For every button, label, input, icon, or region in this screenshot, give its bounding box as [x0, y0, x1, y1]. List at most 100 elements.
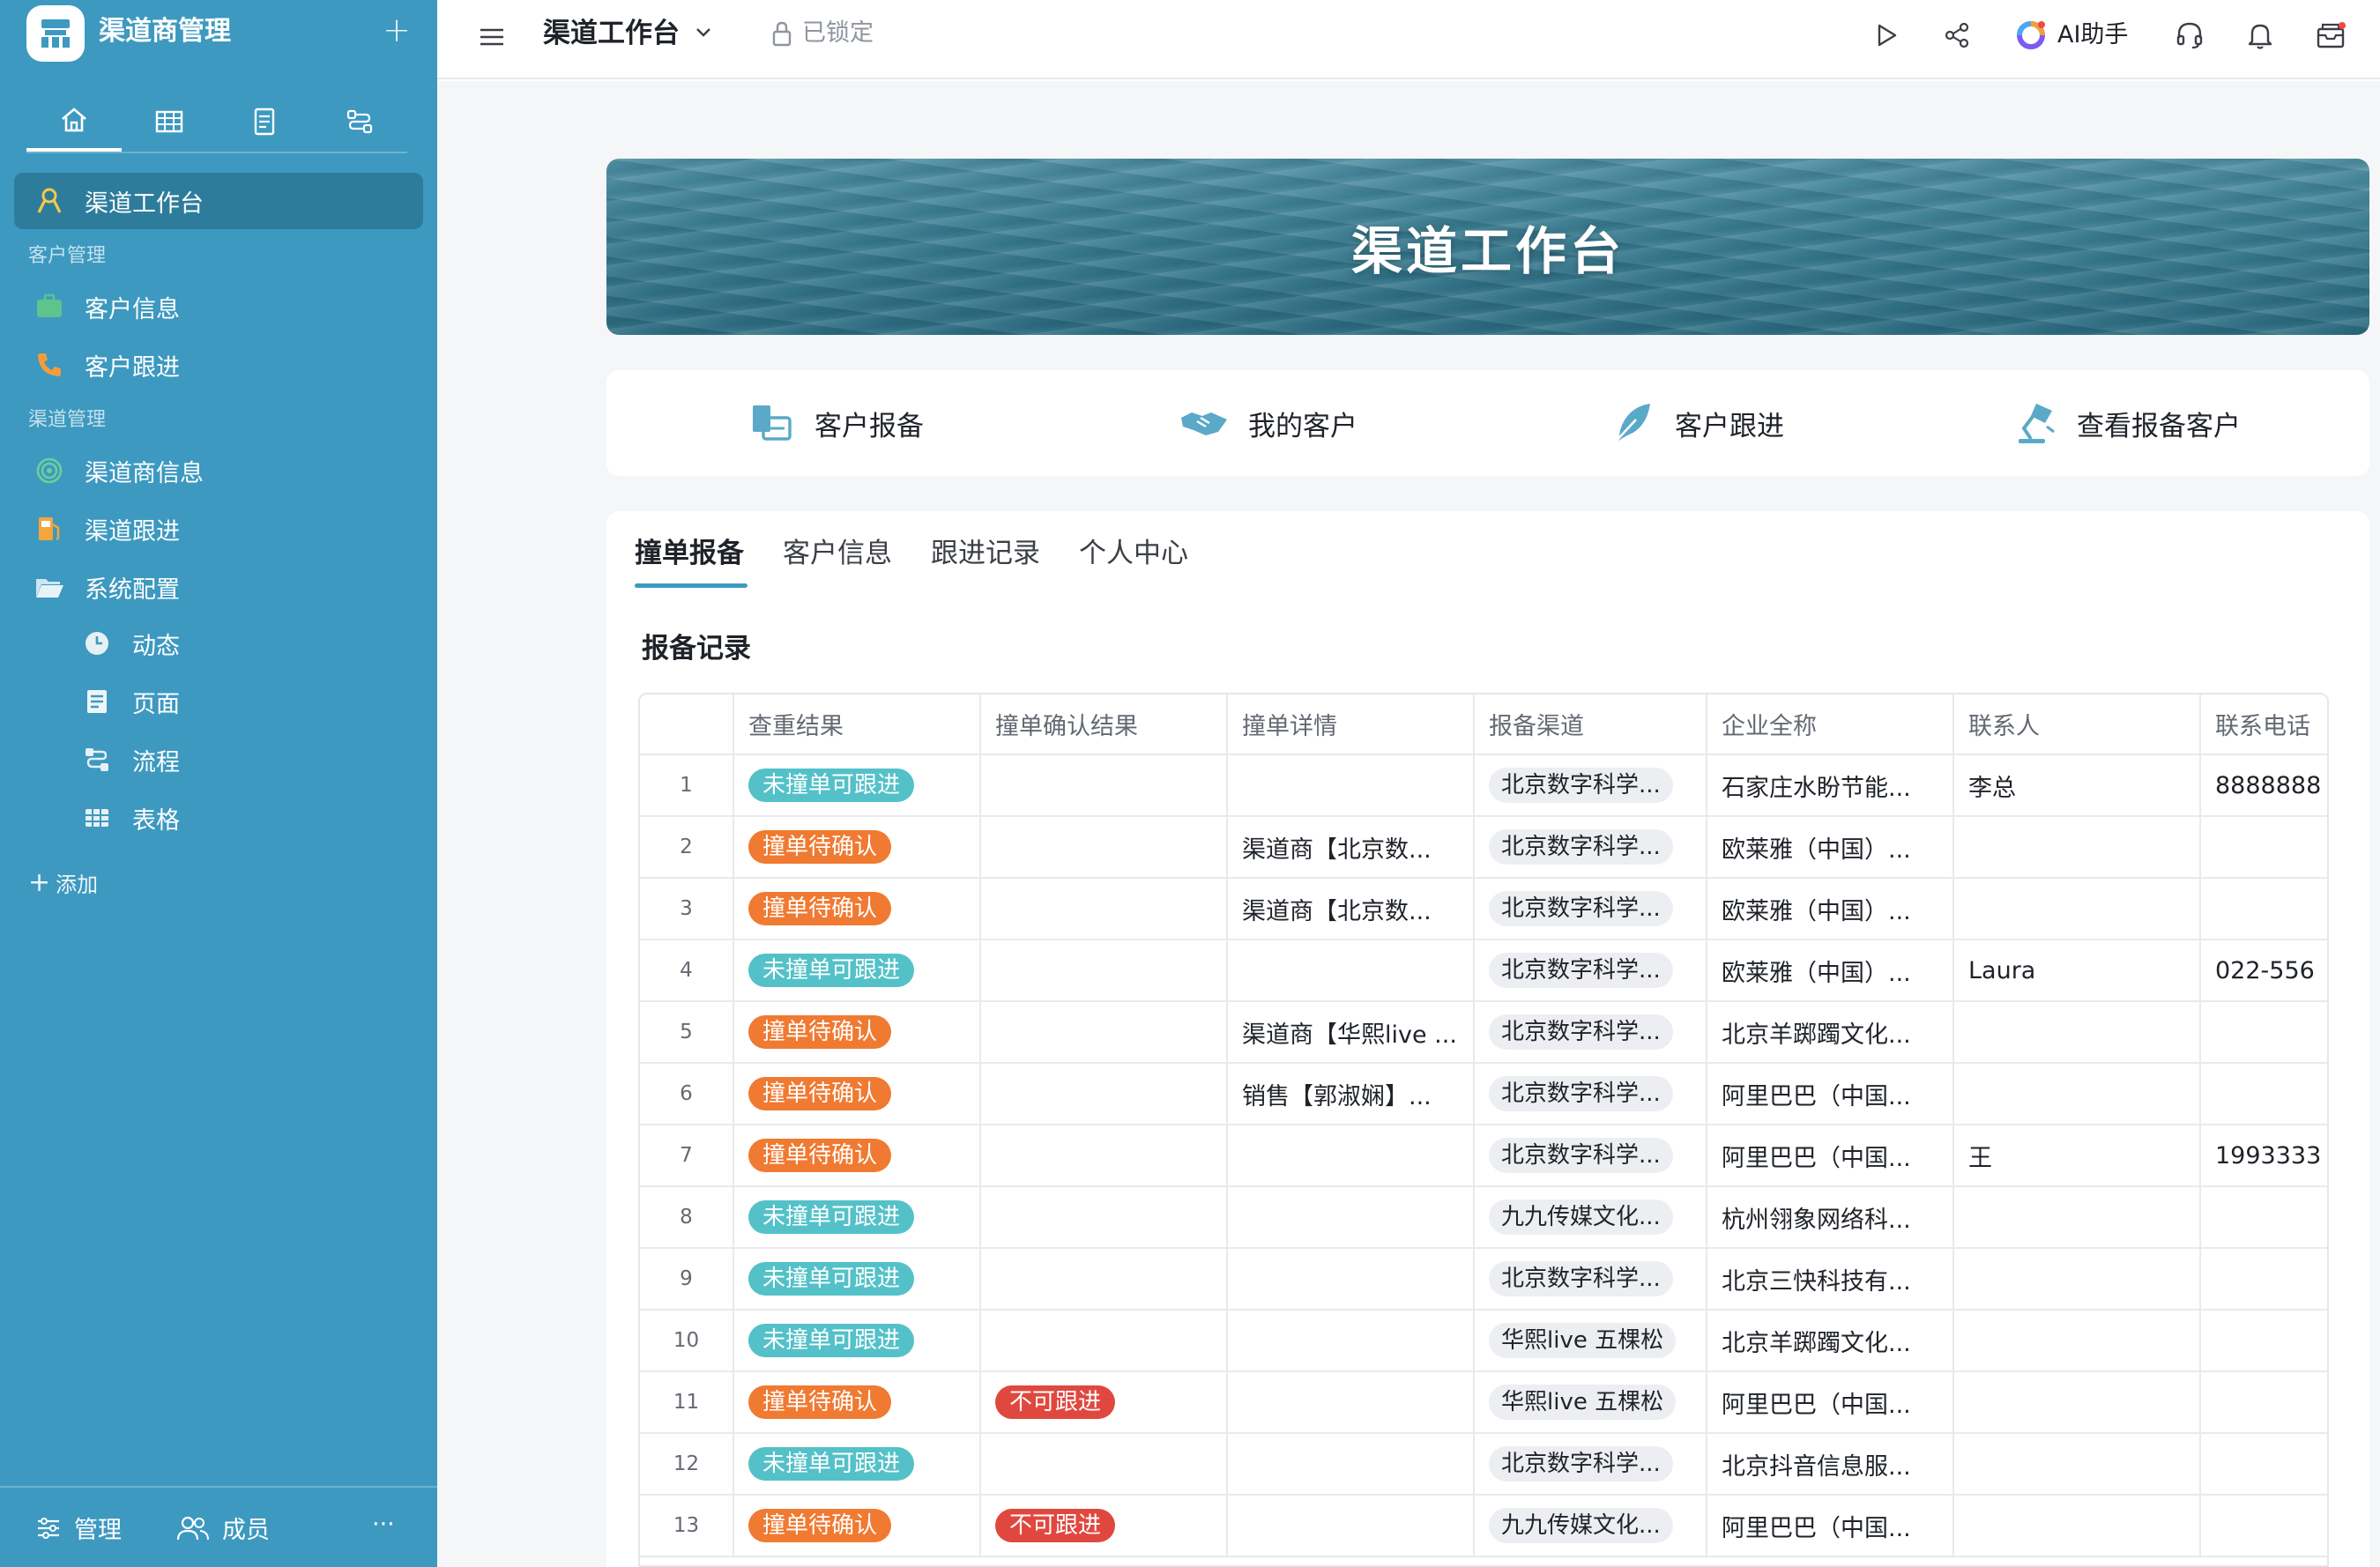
- company-name-cell[interactable]: 北京抖音信息服...: [1707, 1433, 1954, 1496]
- support-button[interactable]: [2170, 16, 2209, 55]
- contact-cell[interactable]: 李总: [1953, 754, 2201, 817]
- column-header[interactable]: 撞单详情: [1227, 694, 1475, 755]
- contact-cell[interactable]: [1953, 816, 2201, 879]
- collision-detail-cell[interactable]: 销售【郭淑娴】...: [1227, 1063, 1475, 1125]
- confirm-result-cell[interactable]: 不可跟进: [980, 1495, 1228, 1557]
- company-name-cell[interactable]: 欧莱雅（中国）...: [1707, 878, 1954, 940]
- sidebar-item-channel-workbench-label[interactable]: 渠道工作台: [33, 182, 204, 220]
- company-name-cell[interactable]: 北京三快科技有...: [1707, 1248, 1954, 1311]
- phone-cell[interactable]: [2200, 1248, 2327, 1311]
- table-row[interactable]: 4 未撞单可跟进 北京数字科学... 欧莱雅（中国）... Laura 022-556: [640, 939, 2327, 1002]
- collision-detail-cell[interactable]: 渠道商【北京数...: [1227, 878, 1475, 940]
- check-result-cell[interactable]: 撞单待确认: [733, 1063, 981, 1125]
- company-name-cell[interactable]: 欧莱雅（中国）...: [1707, 939, 1954, 1002]
- check-result-cell[interactable]: 撞单待确认: [733, 816, 981, 879]
- phone-cell[interactable]: [2200, 878, 2327, 940]
- report-channel-cell[interactable]: 北京数字科学...: [1474, 878, 1707, 940]
- play-button[interactable]: [1867, 16, 1906, 55]
- table-row[interactable]: 1 未撞单可跟进 北京数字科学... 石家庄水盼节能... 李总 8888888: [640, 754, 2327, 817]
- column-header[interactable]: 联系人: [1953, 694, 2201, 755]
- confirm-result-cell[interactable]: [980, 1125, 1228, 1187]
- confirm-result-cell[interactable]: [980, 878, 1228, 940]
- home-tab[interactable]: [26, 92, 122, 152]
- collision-detail-cell[interactable]: [1227, 754, 1475, 817]
- report-channel-cell[interactable]: 北京数字科学...: [1474, 816, 1707, 879]
- report-channel-cell[interactable]: 九九传媒文化...: [1474, 1495, 1707, 1557]
- phone-cell[interactable]: [2200, 1001, 2327, 1064]
- table-row[interactable]: 8 未撞单可跟进 九九传媒文化... 杭州翎象网络科...: [640, 1186, 2327, 1249]
- company-name-cell[interactable]: 北京羊踯躅文化...: [1707, 1310, 1954, 1372]
- check-result-cell[interactable]: 未撞单可跟进: [733, 1186, 981, 1249]
- phone-cell[interactable]: [2200, 1310, 2327, 1372]
- table-row[interactable]: 7 撞单待确认 北京数字科学... 阿里巴巴（中国... 王 1993333: [640, 1125, 2327, 1187]
- company-name-cell[interactable]: 阿里巴巴（中国...: [1707, 1125, 1954, 1187]
- page-title[interactable]: 渠道工作台: [543, 14, 680, 53]
- phone-cell[interactable]: 022-556: [2200, 939, 2327, 1002]
- report-channel-cell[interactable]: 北京数字科学...: [1474, 1125, 1707, 1187]
- tab-personal-center[interactable]: 个人中心: [1079, 531, 1188, 583]
- sidebar-item-workflows[interactable]: 流程: [81, 740, 180, 779]
- collision-detail-cell[interactable]: [1227, 1371, 1475, 1434]
- check-result-cell[interactable]: 撞单待确认: [733, 1001, 981, 1064]
- quick-action-customer-report[interactable]: 客户报备: [749, 370, 924, 476]
- phone-cell[interactable]: 8888888: [2200, 754, 2327, 817]
- add-app-button[interactable]: +: [379, 12, 414, 51]
- table-row[interactable]: 11 撞单待确认 不可跟进 华熙live 五棵松 阿里巴巴（中国...: [640, 1371, 2327, 1434]
- phone-cell[interactable]: [2200, 1063, 2327, 1125]
- tab-collision-report[interactable]: 撞单报备: [635, 531, 744, 583]
- confirm-result-cell[interactable]: [980, 754, 1228, 817]
- collision-detail-cell[interactable]: [1227, 939, 1475, 1002]
- table-row[interactable]: 9 未撞单可跟进 北京数字科学... 北京三快科技有...: [640, 1248, 2327, 1311]
- check-result-cell[interactable]: 未撞单可跟进: [733, 1433, 981, 1496]
- contact-cell[interactable]: [1953, 1001, 2201, 1064]
- notifications-button[interactable]: [2241, 16, 2280, 55]
- sidebar-item-tables[interactable]: 表格: [81, 798, 180, 837]
- collision-detail-cell[interactable]: [1227, 1248, 1475, 1311]
- contact-cell[interactable]: [1953, 1248, 2201, 1311]
- sidebar-item-channel-followup[interactable]: 渠道跟进: [33, 509, 180, 548]
- manage-button[interactable]: 管理: [35, 1511, 122, 1545]
- check-result-cell[interactable]: 未撞单可跟进: [733, 754, 981, 817]
- column-header[interactable]: 查重结果: [733, 694, 981, 755]
- company-name-cell[interactable]: 石家庄水盼节能...: [1707, 754, 1954, 817]
- company-name-cell[interactable]: 北京羊踯躅文化...: [1707, 1001, 1954, 1064]
- quick-action-my-customers[interactable]: 我的客户: [1179, 370, 1357, 476]
- contact-cell[interactable]: [1953, 878, 2201, 940]
- report-channel-cell[interactable]: 华熙live 五棵松: [1474, 1310, 1707, 1372]
- contact-cell[interactable]: [1953, 1495, 2201, 1557]
- inbox-button[interactable]: [2311, 16, 2350, 55]
- column-header[interactable]: 企业全称: [1707, 694, 1954, 755]
- contact-cell[interactable]: [1953, 1433, 2201, 1496]
- tab-followup-records[interactable]: 跟进记录: [931, 531, 1040, 583]
- sidebar-item-channel-info[interactable]: 渠道商信息: [33, 451, 204, 490]
- confirm-result-cell[interactable]: [980, 816, 1228, 879]
- collision-detail-cell[interactable]: [1227, 1495, 1475, 1557]
- company-name-cell[interactable]: 杭州翎象网络科...: [1707, 1186, 1954, 1249]
- contact-cell[interactable]: [1953, 1186, 2201, 1249]
- check-result-cell[interactable]: 撞单待确认: [733, 878, 981, 940]
- table-row[interactable]: 2 撞单待确认 渠道商【北京数... 北京数字科学... 欧莱雅（中国）...: [640, 816, 2327, 879]
- sidebar-item-customer-info[interactable]: 客户信息: [33, 287, 180, 326]
- column-header[interactable]: 联系电话: [2200, 694, 2327, 755]
- report-channel-cell[interactable]: 北京数字科学...: [1474, 1248, 1707, 1311]
- lock-status[interactable]: 已锁定: [770, 16, 874, 51]
- collision-detail-cell[interactable]: [1227, 1310, 1475, 1372]
- table-row[interactable]: 6 撞单待确认 销售【郭淑娴】... 北京数字科学... 阿里巴巴（中国...: [640, 1063, 2327, 1125]
- contact-cell[interactable]: 王: [1953, 1125, 2201, 1187]
- workflow-view-tab[interactable]: [312, 92, 407, 152]
- collision-detail-cell[interactable]: [1227, 1186, 1475, 1249]
- contact-cell[interactable]: [1953, 1310, 2201, 1372]
- quick-action-customer-followup[interactable]: 客户跟进: [1610, 370, 1784, 476]
- menu-toggle-button[interactable]: [474, 19, 509, 55]
- phone-cell[interactable]: [2200, 1371, 2327, 1434]
- confirm-result-cell[interactable]: [980, 1248, 1228, 1311]
- phone-cell[interactable]: 1993333: [2200, 1125, 2327, 1187]
- contact-cell[interactable]: Laura: [1953, 939, 2201, 1002]
- report-channel-cell[interactable]: 北京数字科学...: [1474, 939, 1707, 1002]
- company-name-cell[interactable]: 阿里巴巴（中国...: [1707, 1371, 1954, 1434]
- sidebar-item-system-config[interactable]: 系统配置: [33, 568, 180, 606]
- contact-cell[interactable]: [1953, 1063, 2201, 1125]
- column-header[interactable]: 报备渠道: [1474, 694, 1707, 755]
- check-result-cell[interactable]: 未撞单可跟进: [733, 1248, 981, 1311]
- confirm-result-cell[interactable]: 不可跟进: [980, 1371, 1228, 1434]
